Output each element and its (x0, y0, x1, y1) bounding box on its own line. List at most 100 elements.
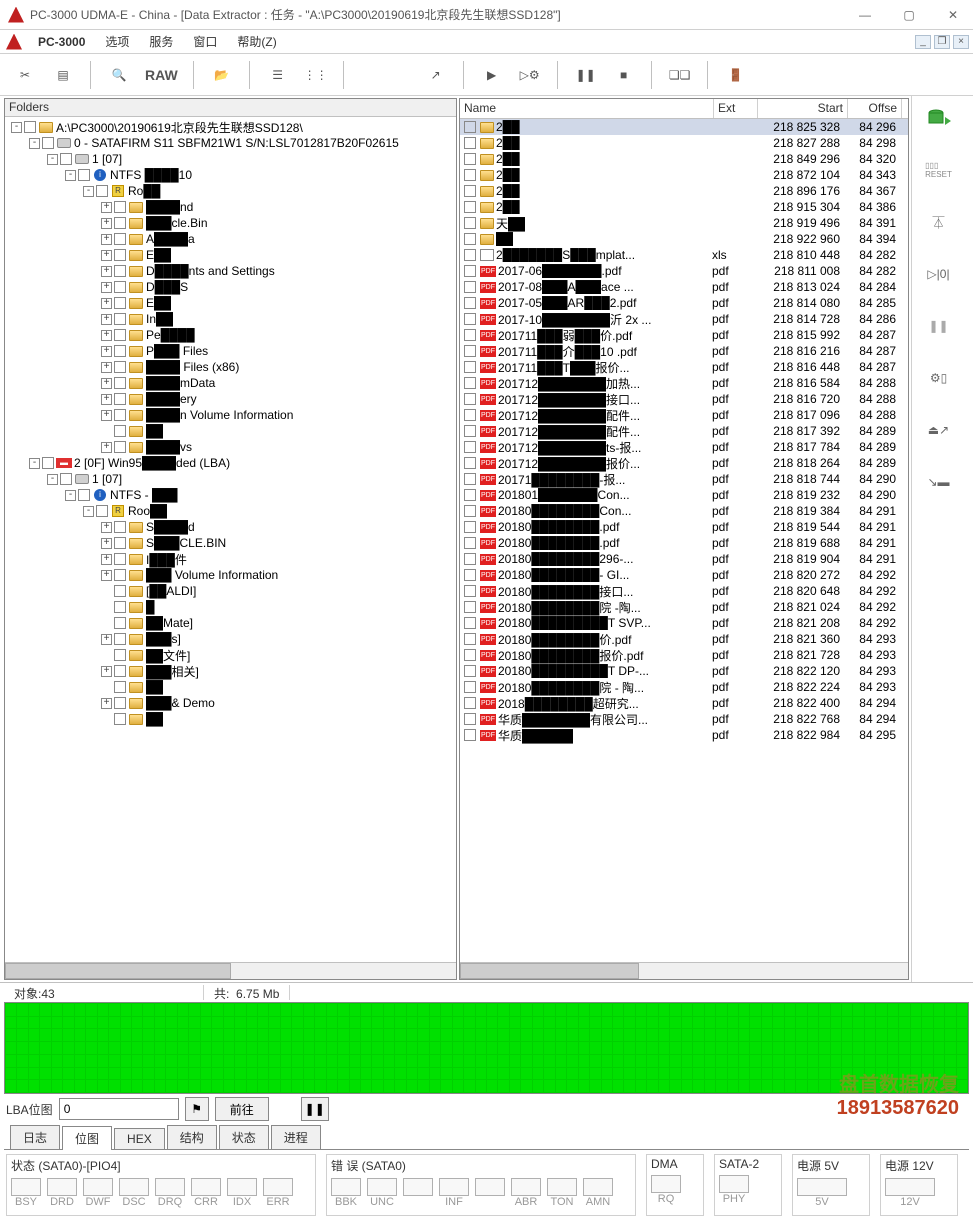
file-row[interactable]: PDF201712████████ts-报...pdf218 817 78484… (460, 439, 908, 455)
file-row[interactable]: PDF20180████████.pdfpdf218 819 68884 291 (460, 535, 908, 551)
mdi-minimize[interactable]: _ (915, 35, 931, 49)
tree-row[interactable]: +P███ Files (7, 343, 454, 359)
tree-row[interactable]: -A:\PC3000\20190619北京段先生联想SSD128\ (7, 119, 454, 135)
expand-toggle[interactable]: - (11, 122, 22, 133)
expand-toggle[interactable]: + (101, 202, 112, 213)
lba-input[interactable] (59, 1098, 179, 1120)
file-checkbox[interactable] (464, 521, 476, 533)
tree-row[interactable]: ██ (7, 679, 454, 695)
tab-日志[interactable]: 日志 (10, 1125, 60, 1149)
file-checkbox[interactable] (464, 441, 476, 453)
tools-icon[interactable]: ✂ (8, 58, 42, 92)
tree-checkbox[interactable] (114, 649, 126, 661)
expand-toggle[interactable]: + (101, 570, 112, 581)
file-row[interactable]: PDF20180████████报价.pdfpdf218 821 72884 2… (460, 647, 908, 663)
expand-toggle[interactable]: + (101, 378, 112, 389)
settings-side-icon[interactable]: ⚙▯ (923, 364, 955, 392)
lba-go-button[interactable]: 前往 (215, 1097, 269, 1121)
file-checkbox[interactable] (464, 409, 476, 421)
expand-toggle[interactable]: - (29, 138, 40, 149)
file-checkbox[interactable] (464, 249, 476, 261)
file-checkbox[interactable] (464, 425, 476, 437)
tree-row[interactable]: ██Mate] (7, 615, 454, 631)
tree-checkbox[interactable] (114, 681, 126, 693)
tree-row[interactable]: █ (7, 599, 454, 615)
file-checkbox[interactable] (464, 665, 476, 677)
file-checkbox[interactable] (464, 457, 476, 469)
tab-进程[interactable]: 进程 (271, 1125, 321, 1149)
tree-checkbox[interactable] (96, 505, 108, 517)
tree-checkbox[interactable] (114, 633, 126, 645)
tree-row[interactable]: ██ (7, 711, 454, 727)
file-checkbox[interactable] (464, 201, 476, 213)
tree-row[interactable]: +D███S (7, 279, 454, 295)
tree-row[interactable]: +████ery (7, 391, 454, 407)
file-checkbox[interactable] (464, 377, 476, 389)
tab-HEX[interactable]: HEX (114, 1128, 165, 1149)
col-offse[interactable]: Offse (848, 99, 902, 118)
tree-row[interactable]: +E██ (7, 247, 454, 263)
file-checkbox[interactable] (464, 393, 476, 405)
file-row[interactable]: 2██218 825 32884 296 (460, 119, 908, 135)
file-row[interactable]: PDF201711███介███10 .pdfpdf218 816 21684 … (460, 343, 908, 359)
file-checkbox[interactable] (464, 137, 476, 149)
tree-row[interactable]: ██ (7, 423, 454, 439)
tree-icon[interactable]: ☰ (261, 58, 295, 92)
file-row[interactable]: 2██218 915 30484 386 (460, 199, 908, 215)
expand-toggle[interactable]: - (47, 154, 58, 165)
tree-checkbox[interactable] (42, 137, 54, 149)
stop-icon[interactable]: ■ (607, 58, 641, 92)
tree-row[interactable]: +Pe████ (7, 327, 454, 343)
tree-row[interactable]: +████nd (7, 199, 454, 215)
card-icon[interactable]: ▤ (46, 58, 80, 92)
lba-flag-icon[interactable]: ⚑ (185, 1097, 209, 1121)
flow-icon[interactable]: ⋮⋮ (299, 58, 333, 92)
expand-toggle[interactable]: + (101, 218, 112, 229)
file-row[interactable]: PDF201711███T███报价...pdf218 816 44884 28… (460, 359, 908, 375)
col-ext[interactable]: Ext (714, 99, 758, 118)
file-checkbox[interactable] (464, 153, 476, 165)
file-checkbox[interactable] (464, 313, 476, 325)
tree-checkbox[interactable] (114, 281, 126, 293)
db-play-icon[interactable] (923, 104, 955, 132)
tree-checkbox[interactable] (114, 697, 126, 709)
tree-row[interactable]: +S███CLE.BIN (7, 535, 454, 551)
file-header[interactable]: Name Ext Start Offse (460, 99, 908, 119)
map-grid[interactable] (4, 1002, 969, 1094)
tree-checkbox[interactable] (114, 409, 126, 421)
file-checkbox[interactable] (464, 633, 476, 645)
file-checkbox[interactable] (464, 361, 476, 373)
close-button[interactable]: ✕ (941, 8, 965, 22)
file-checkbox[interactable] (464, 217, 476, 229)
tree-checkbox[interactable] (42, 457, 54, 469)
raw-button[interactable]: RAW (140, 58, 183, 92)
tree-row[interactable]: -1 [07] (7, 471, 454, 487)
expand-toggle[interactable]: + (101, 282, 112, 293)
file-checkbox[interactable] (464, 617, 476, 629)
expand-toggle[interactable]: + (101, 314, 112, 325)
file-checkbox[interactable] (464, 585, 476, 597)
tree-checkbox[interactable] (114, 553, 126, 565)
tree-checkbox[interactable] (114, 217, 126, 229)
tree-row[interactable]: +████vs (7, 439, 454, 455)
mdi-restore[interactable]: ❐ (934, 35, 950, 49)
expand-toggle[interactable]: + (101, 346, 112, 357)
expand-toggle[interactable]: + (101, 698, 112, 709)
file-row[interactable]: PDF华质████████有限公司...pdf218 822 76884 294 (460, 711, 908, 727)
file-checkbox[interactable] (464, 729, 476, 741)
file-checkbox[interactable] (464, 569, 476, 581)
expand-toggle[interactable]: + (101, 298, 112, 309)
tree-checkbox[interactable] (114, 585, 126, 597)
tree-checkbox[interactable] (114, 377, 126, 389)
tree-row[interactable]: -0 - SATAFIRM S11 SBFM21W1 S/N:LSL701281… (7, 135, 454, 151)
tree-checkbox[interactable] (96, 185, 108, 197)
tree-row[interactable]: -▬2 [0F] Win95████ded (LBA) (7, 455, 454, 471)
files-hscroll[interactable] (460, 962, 908, 979)
file-checkbox[interactable] (464, 121, 476, 133)
tree-checkbox[interactable] (114, 201, 126, 213)
file-row[interactable]: PDF201712████████接口...pdf218 816 72084 2… (460, 391, 908, 407)
tree-row[interactable]: +███& Demo (7, 695, 454, 711)
tree-checkbox[interactable] (114, 617, 126, 629)
menu-help[interactable]: 帮助(Z) (227, 33, 286, 50)
file-row[interactable]: PDF2017-08███A███ace ...pdf218 813 02484… (460, 279, 908, 295)
